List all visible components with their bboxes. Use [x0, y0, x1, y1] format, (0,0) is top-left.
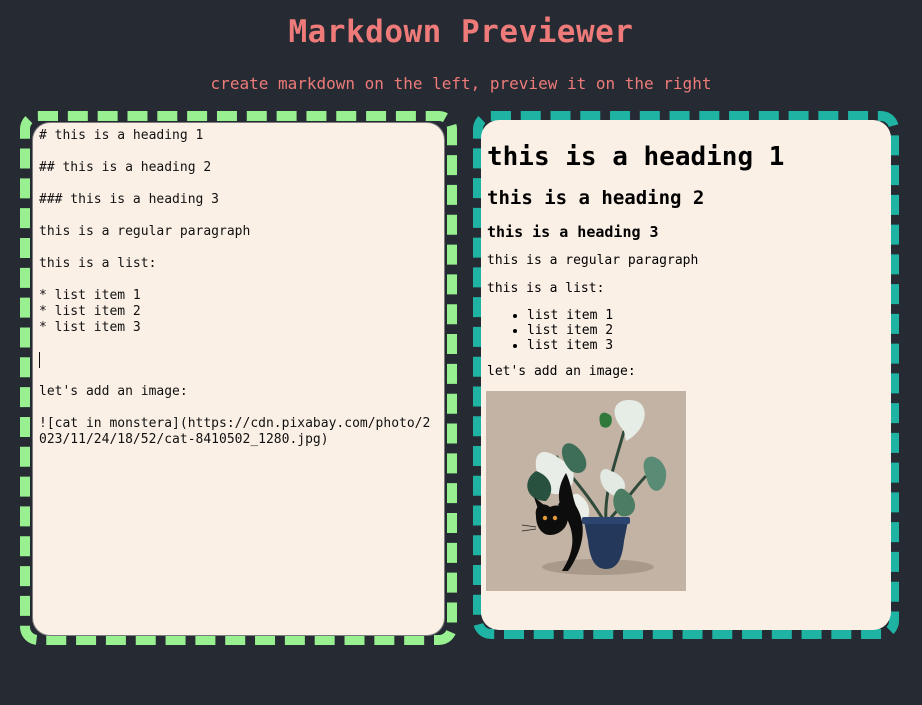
- list-item: list item 1: [527, 308, 885, 323]
- page-subtitle: create markdown on the left, preview it …: [210, 74, 712, 93]
- preview-paragraph: this is a regular paragraph: [487, 253, 699, 268]
- preview-list: list item 1 list item 2 list item 3: [487, 308, 885, 353]
- editor-text-before-caret: # this is a heading 1 ## this is a headi…: [39, 128, 251, 335]
- preview-heading-3: this is a heading 3: [487, 223, 659, 241]
- list-item: list item 3: [527, 338, 885, 353]
- cat-plant-illustration: [486, 391, 686, 591]
- preview-list-intro: this is a list:: [487, 281, 605, 296]
- preview-image-intro: let's add an image:: [487, 364, 636, 379]
- page-title: Markdown Previewer: [288, 14, 634, 50]
- markdown-editor[interactable]: # this is a heading 1 ## this is a headi…: [32, 122, 445, 636]
- cat-in-monstera-image: [486, 391, 686, 591]
- list-item: list item 2: [527, 323, 885, 338]
- preview-heading-1: this is a heading 1: [487, 142, 785, 172]
- editor-text-after-caret: let's add an image: ![cat in monstera](h…: [39, 384, 431, 447]
- preview-heading-2: this is a heading 2: [487, 187, 705, 209]
- markdown-preview: this is a heading 1 this is a heading 2 …: [481, 120, 891, 630]
- text-caret: [39, 352, 40, 368]
